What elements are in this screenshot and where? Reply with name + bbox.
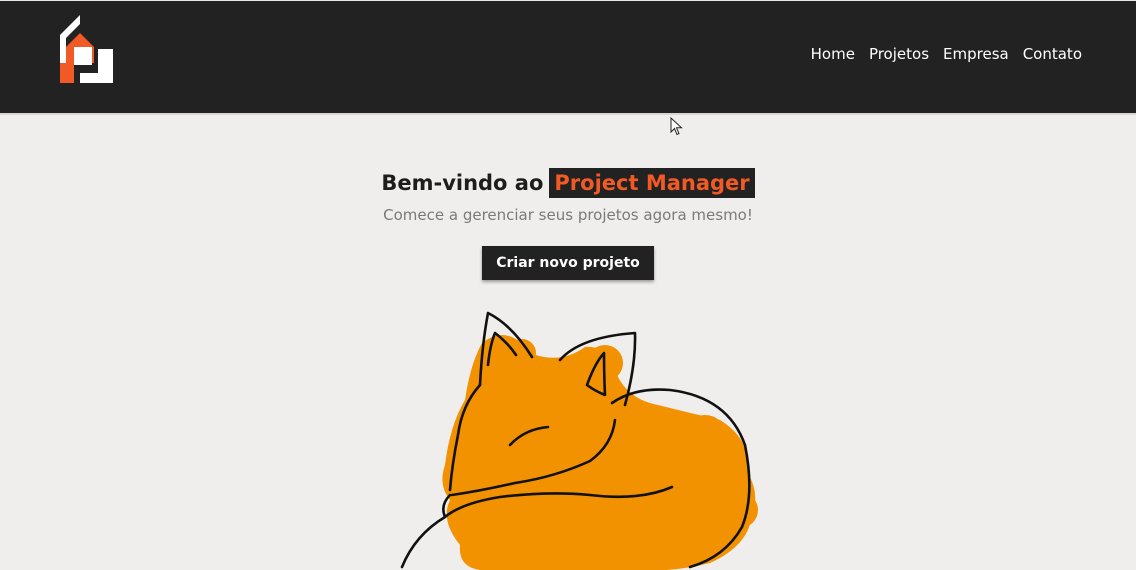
nav-item-empresa: Empresa bbox=[943, 44, 1009, 63]
title-highlight: Project Manager bbox=[549, 168, 755, 198]
hero-section: Bem-vindo ao Project Manager Comece a ge… bbox=[0, 168, 1136, 280]
nav-link-contato[interactable]: Contato bbox=[1023, 45, 1082, 63]
title-prefix: Bem-vindo ao bbox=[381, 171, 544, 195]
nav-link-empresa[interactable]: Empresa bbox=[943, 45, 1009, 63]
hero-subtitle: Comece a gerenciar seus projetos agora m… bbox=[383, 206, 753, 224]
navbar: Home Projetos Empresa Contato bbox=[0, 0, 1136, 115]
nav-item-home: Home bbox=[811, 44, 855, 63]
nav-item-contato: Contato bbox=[1023, 44, 1082, 63]
page-title: Bem-vindo ao Project Manager bbox=[381, 168, 755, 198]
create-project-button[interactable]: Criar novo projeto bbox=[482, 246, 654, 280]
sleeping-fox-icon bbox=[400, 311, 758, 570]
mouse-cursor-icon bbox=[670, 117, 683, 136]
nav-item-projetos: Projetos bbox=[869, 44, 929, 63]
nav-link-projetos[interactable]: Projetos bbox=[869, 45, 929, 63]
nav-link-home[interactable]: Home bbox=[811, 45, 855, 63]
main-nav: Home Projetos Empresa Contato bbox=[811, 44, 1082, 63]
house-logo-icon[interactable] bbox=[58, 13, 116, 87]
